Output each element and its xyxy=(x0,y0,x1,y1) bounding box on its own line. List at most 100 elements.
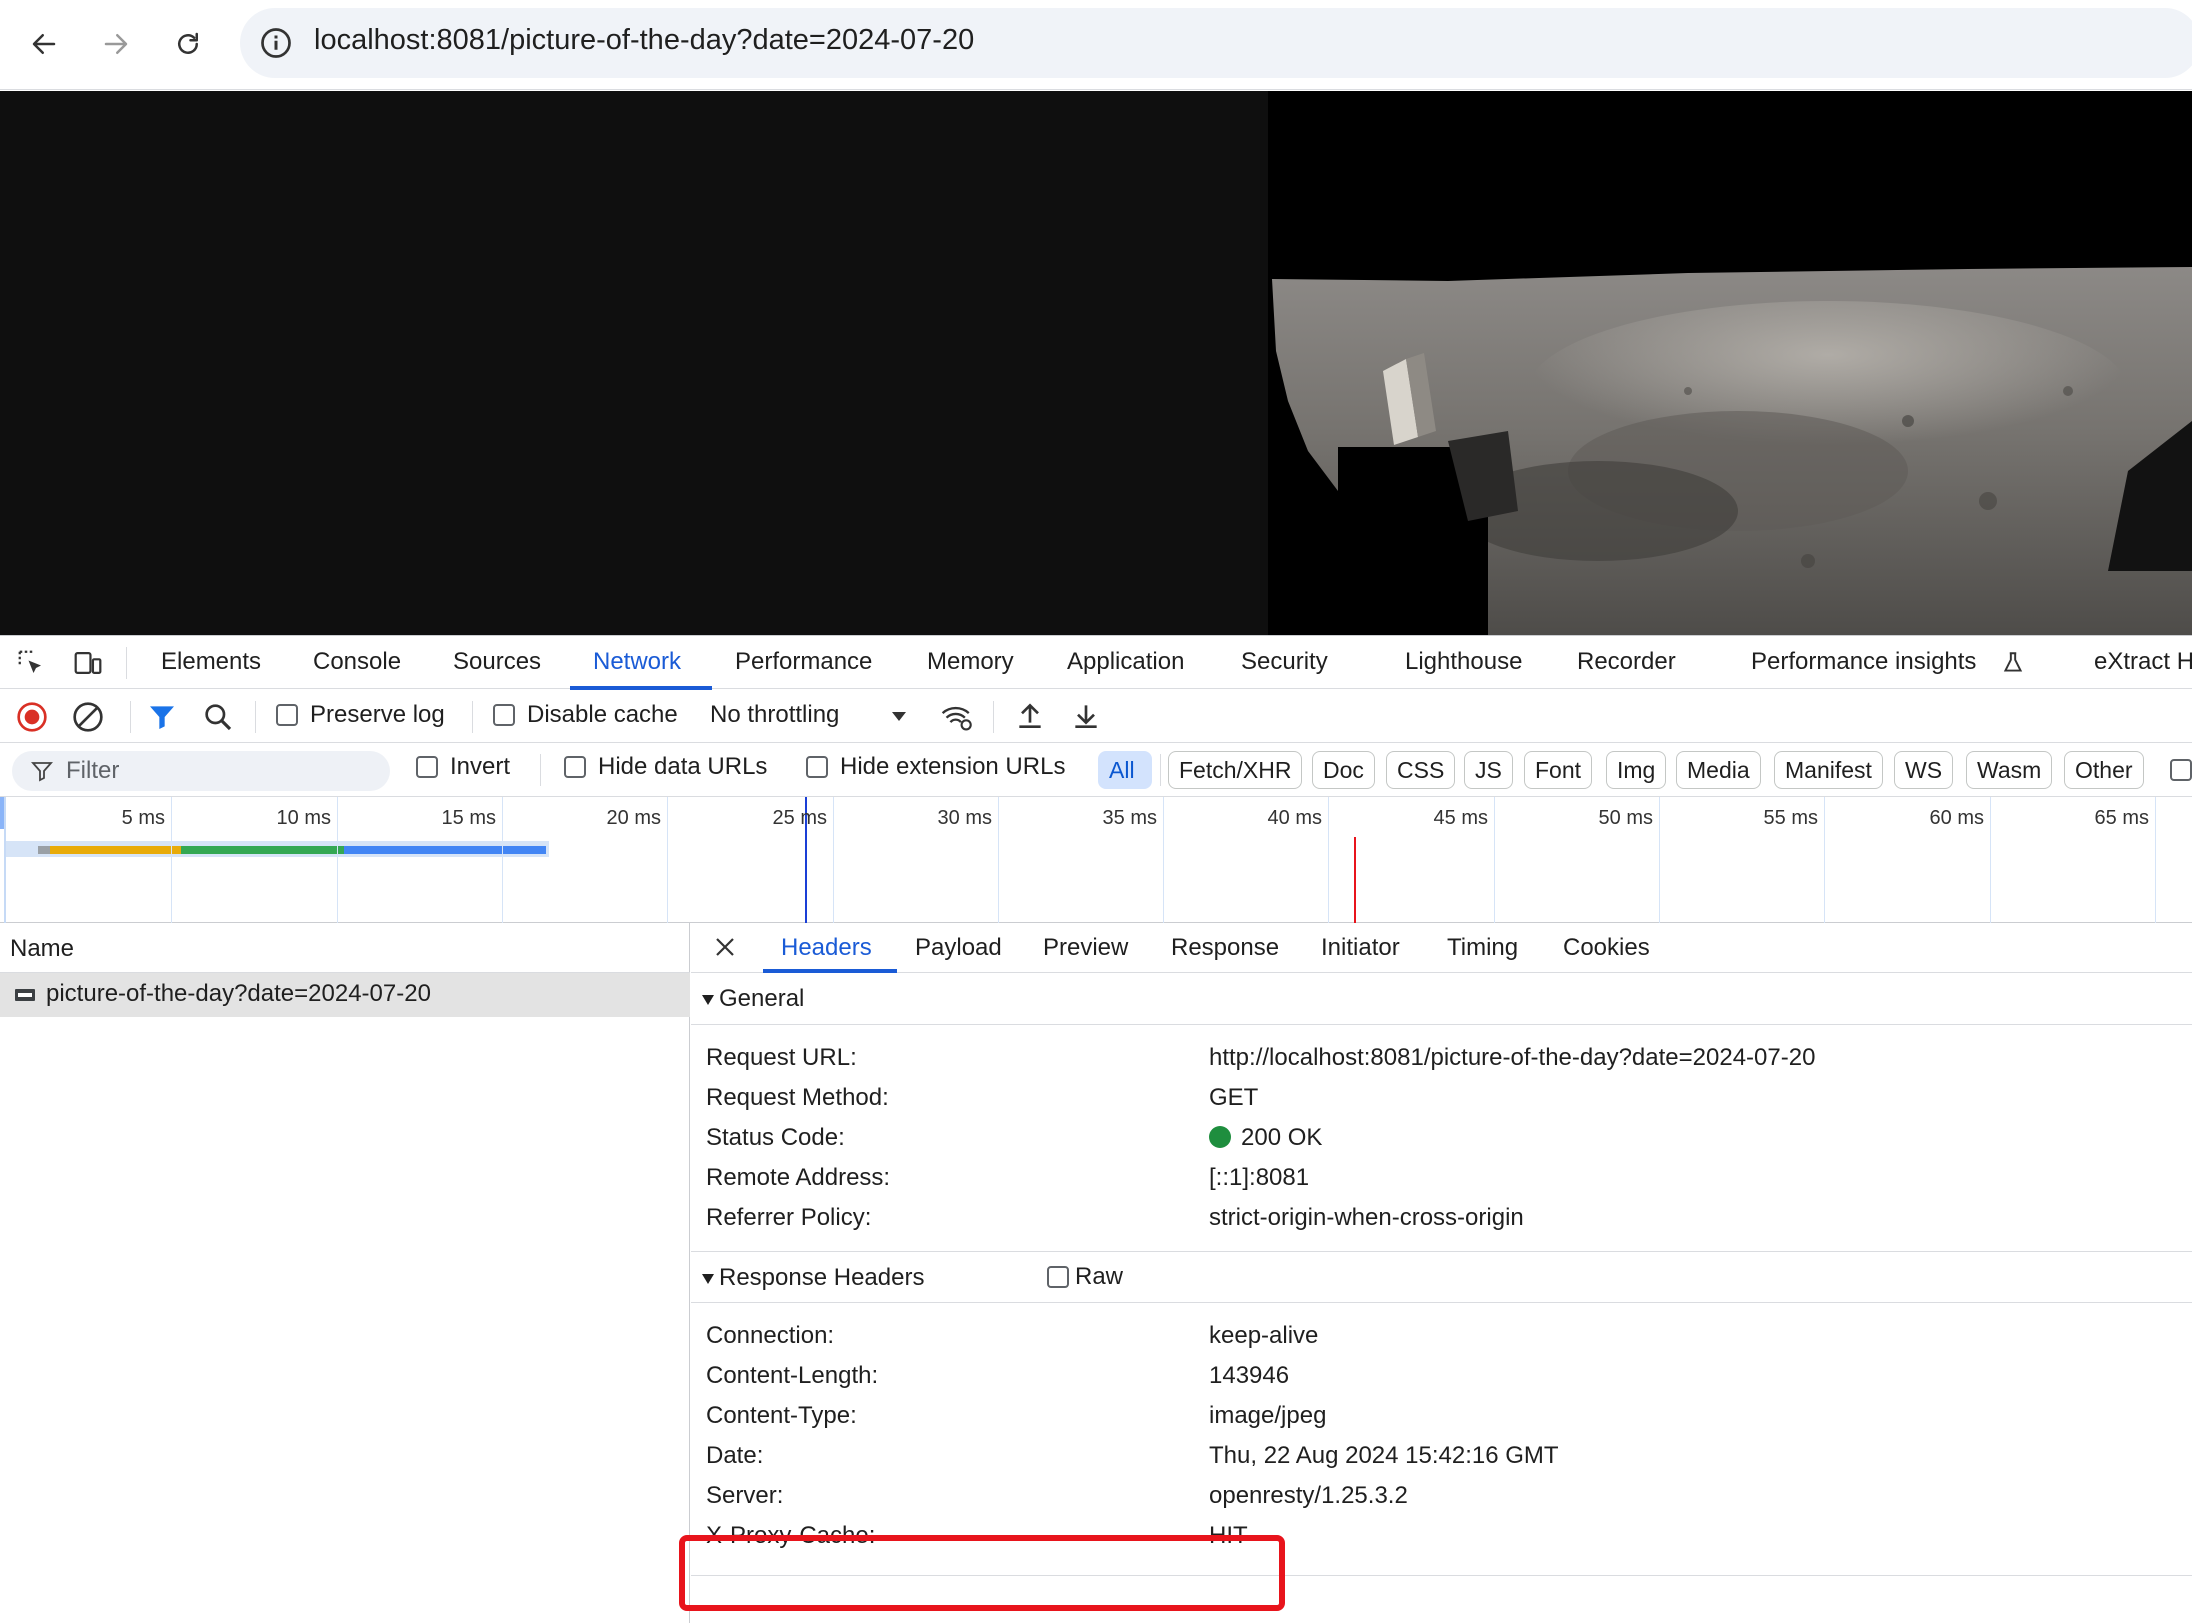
filter-placeholder: Filter xyxy=(66,757,120,784)
filter-type-all[interactable]: All xyxy=(1098,751,1152,789)
timeline-gridline xyxy=(1494,797,1495,923)
timeline-gridline xyxy=(1163,797,1164,923)
filter-type-fetch-xhr[interactable]: Fetch/XHR xyxy=(1168,751,1303,789)
device-toolbar-icon[interactable] xyxy=(72,648,104,683)
reload-icon[interactable] xyxy=(166,22,210,66)
date-value: Thu, 22 Aug 2024 15:42:16 GMT xyxy=(1209,1442,1559,1469)
timeline-tick-label: 35 ms xyxy=(1102,807,1157,829)
forward-arrow-icon[interactable] xyxy=(94,22,138,66)
content-type-value: image/jpeg xyxy=(1209,1402,1327,1429)
raw-label: Raw xyxy=(1075,1263,1124,1290)
checkbox-box[interactable] xyxy=(806,756,828,778)
timeline-gridline xyxy=(667,797,668,923)
download-icon[interactable] xyxy=(1070,700,1102,737)
server-key: Server: xyxy=(706,1482,784,1509)
tab-extract[interactable]: eXtract H xyxy=(2094,648,2192,676)
close-icon[interactable] xyxy=(713,935,737,964)
timeline-gridline xyxy=(1659,797,1660,923)
inspect-element-icon[interactable] xyxy=(16,648,46,683)
tab-recorder[interactable]: Recorder xyxy=(1577,648,1676,676)
tab-console[interactable]: Console xyxy=(313,648,401,676)
more-filters-checkbox[interactable] xyxy=(2170,759,2192,781)
tab-lighthouse[interactable]: Lighthouse xyxy=(1405,648,1522,676)
filter-type-media[interactable]: Media xyxy=(1676,751,1761,789)
disable-cache-label: Disable cache xyxy=(527,701,678,728)
back-arrow-icon[interactable] xyxy=(22,22,66,66)
tab-response[interactable]: Response xyxy=(1171,934,1279,962)
invert-checkbox[interactable]: Invert xyxy=(416,753,510,781)
record-icon[interactable] xyxy=(16,701,48,738)
request-name[interactable]: picture-of-the-day?date=2024-07-20 xyxy=(46,980,431,1008)
request-details: Headers Payload Preview Response Initiat… xyxy=(691,923,2192,1623)
preserve-log-label: Preserve log xyxy=(310,701,445,728)
timeline-gridline xyxy=(1824,797,1825,923)
hide-extension-urls-checkbox[interactable]: Hide extension URLs xyxy=(806,753,1065,781)
tab-payload[interactable]: Payload xyxy=(915,934,1002,962)
timeline-gridline xyxy=(502,797,503,923)
tab-cookies[interactable]: Cookies xyxy=(1563,934,1650,962)
filter-type-ws[interactable]: WS xyxy=(1894,751,1954,789)
filter-type-css[interactable]: CSS xyxy=(1386,751,1456,789)
filter-funnel-icon[interactable] xyxy=(146,701,178,738)
filter-type-manifest[interactable]: Manifest xyxy=(1774,751,1883,789)
response-headers-title: Response Headers xyxy=(719,1264,925,1291)
tab-preview[interactable]: Preview xyxy=(1043,934,1128,962)
tab-performance-insights[interactable]: Performance insights xyxy=(1751,648,1976,676)
tab-security[interactable]: Security xyxy=(1241,648,1328,676)
throttling-select[interactable]: No throttling xyxy=(710,701,839,729)
tab-timing[interactable]: Timing xyxy=(1447,934,1518,962)
checkbox-box[interactable] xyxy=(1047,1266,1069,1288)
checkbox-box[interactable] xyxy=(276,704,298,726)
clear-icon[interactable] xyxy=(72,701,104,738)
checkbox-box[interactable] xyxy=(564,756,586,778)
tab-memory[interactable]: Memory xyxy=(927,648,1014,676)
network-overview-timeline[interactable]: 5 ms 10 ms 15 ms 20 ms 25 ms 30 ms 35 ms 40 ms 4… xyxy=(0,797,2192,923)
chevron-down-icon[interactable] xyxy=(890,709,908,728)
tab-application[interactable]: Application xyxy=(1067,648,1184,676)
preserve-log-checkbox[interactable]: Preserve log xyxy=(276,701,445,729)
search-icon[interactable] xyxy=(202,701,234,738)
tab-elements[interactable]: Elements xyxy=(161,648,261,676)
tab-initiator[interactable]: Initiator xyxy=(1321,934,1400,962)
address-bar[interactable]: localhost:8081/picture-of-the-day?date=2… xyxy=(240,8,2192,78)
timeline-tick-label: 15 ms xyxy=(441,807,496,829)
name-column-header[interactable]: Name xyxy=(0,923,690,973)
url-text[interactable]: localhost:8081/picture-of-the-day?date=2… xyxy=(314,24,974,57)
connection-key: Connection: xyxy=(706,1322,835,1349)
filter-type-doc[interactable]: Doc xyxy=(1312,751,1375,789)
filter-type-other[interactable]: Other xyxy=(2064,751,2144,789)
timeline-wait-segment xyxy=(50,846,181,854)
filter-input[interactable]: Filter xyxy=(12,751,390,791)
throttling-value[interactable]: No throttling xyxy=(710,701,839,729)
checkbox-box[interactable] xyxy=(416,756,438,778)
divider xyxy=(126,647,127,679)
hide-extension-urls-label: Hide extension URLs xyxy=(840,753,1066,780)
table-row[interactable]: picture-of-the-day?date=2024-07-20 xyxy=(0,973,690,1017)
timeline-gridline xyxy=(2155,797,2156,923)
timeline-tick-label: 60 ms xyxy=(1929,807,1984,829)
filter-type-font[interactable]: Font xyxy=(1524,751,1593,789)
upload-icon[interactable] xyxy=(1014,700,1046,737)
checkbox-box[interactable] xyxy=(493,704,515,726)
status-code-value: 200 OK xyxy=(1241,1124,1323,1151)
response-headers-section-header[interactable]: Response Headers Raw xyxy=(691,1251,2192,1303)
disable-cache-checkbox[interactable]: Disable cache xyxy=(493,701,678,729)
annotation-highlight-box xyxy=(679,1535,1285,1611)
site-info-icon[interactable] xyxy=(258,25,294,61)
devtools-panel: Elements Console Sources Network Perform… xyxy=(0,635,2192,1623)
tab-sources[interactable]: Sources xyxy=(453,648,541,676)
timeline-gridline xyxy=(171,797,172,923)
filter-type-img[interactable]: Img xyxy=(1606,751,1667,789)
remote-address-value: [::1]:8081 xyxy=(1209,1164,1310,1191)
filter-type-wasm[interactable]: Wasm xyxy=(1966,751,2053,789)
tab-network[interactable]: Network xyxy=(593,648,681,676)
tab-headers[interactable]: Headers xyxy=(781,934,872,962)
filter-type-js[interactable]: JS xyxy=(1464,751,1513,789)
network-conditions-icon[interactable] xyxy=(940,701,974,738)
hide-data-urls-checkbox[interactable]: Hide data URLs xyxy=(564,753,767,781)
divider xyxy=(472,701,473,733)
general-section-header[interactable]: General xyxy=(691,973,2192,1025)
tab-performance[interactable]: Performance xyxy=(735,648,872,676)
timeline-tick-label: 10 ms xyxy=(276,807,331,829)
raw-checkbox[interactable]: Raw xyxy=(1047,1263,1123,1291)
